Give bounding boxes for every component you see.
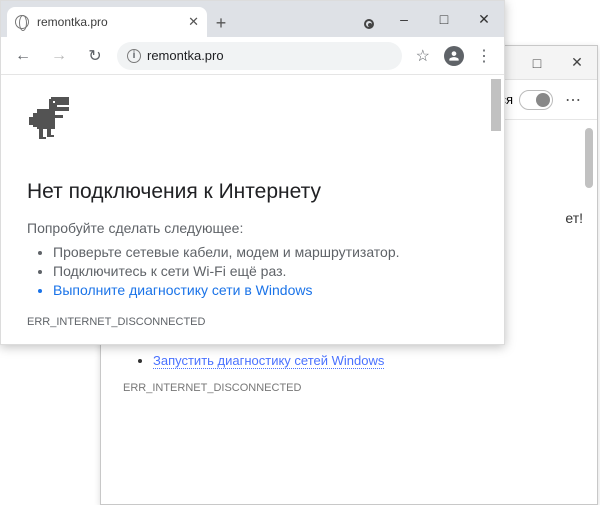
list-item: Запустить диагностику сетей Windows: [153, 353, 575, 368]
scrollbar-thumb[interactable]: [585, 128, 593, 188]
tab-title: remontka.pro: [37, 15, 180, 29]
edge-text-fragment: ет!: [565, 210, 583, 226]
chrome-maximize-button[interactable]: □: [424, 5, 464, 33]
scrollbar-thumb[interactable]: [491, 79, 501, 131]
person-icon: [447, 49, 461, 63]
error-page: Нет подключения к Интернету Попробуйте с…: [1, 75, 504, 344]
dino-icon[interactable]: [27, 97, 71, 145]
chrome-minimize-button[interactable]: –: [384, 5, 424, 33]
chrome-close-button[interactable]: ✕: [464, 5, 504, 33]
chrome-scrollbar[interactable]: [489, 77, 503, 342]
media-indicator-icon[interactable]: [364, 19, 374, 29]
edge-error-code: ERR_INTERNET_DISCONNECTED: [123, 382, 575, 394]
edge-maximize-button[interactable]: □: [517, 46, 557, 79]
chrome-tabstrip: remontka.pro ✕ + – □ ✕: [1, 1, 504, 37]
browser-tab[interactable]: remontka.pro ✕: [7, 7, 207, 37]
profile-button[interactable]: [444, 46, 464, 66]
site-info-icon[interactable]: i: [127, 49, 141, 63]
edge-diagnostics-link[interactable]: Запустить диагностику сетей Windows: [153, 353, 384, 369]
error-heading: Нет подключения к Интернету: [27, 180, 478, 204]
edge-scrollbar[interactable]: [583, 120, 595, 412]
error-subheading: Попробуйте сделать следующее:: [27, 220, 478, 236]
diagnostics-link[interactable]: Выполните диагностику сети в Windows: [53, 282, 478, 298]
forward-button: →: [45, 42, 73, 70]
list-item: Подключитесь к сети Wi-Fi ещё раз.: [53, 263, 478, 279]
url-text: remontka.pro: [147, 48, 392, 63]
suggestion-list: Проверьте сетевые кабели, модем и маршру…: [27, 244, 478, 298]
window-controls: – □ ✕: [384, 5, 504, 33]
bookmark-button[interactable]: ☆: [410, 42, 436, 70]
edge-close-button[interactable]: ✕: [557, 46, 597, 79]
tab-close-button[interactable]: ✕: [188, 14, 199, 30]
list-item: Проверьте сетевые кабели, модем и маршру…: [53, 244, 478, 260]
chrome-menu-button[interactable]: ⋮: [472, 46, 496, 66]
chrome-toolbar: ← → ↻ i remontka.pro ☆ ⋮: [1, 37, 504, 75]
toggle-knob: [536, 93, 550, 107]
globe-icon: [15, 15, 29, 29]
chrome-window: remontka.pro ✕ + – □ ✕ ← → ↻ i remontka.…: [0, 0, 505, 345]
edge-menu-button[interactable]: ⋯: [559, 86, 589, 114]
back-button[interactable]: ←: [9, 42, 37, 70]
error-code: ERR_INTERNET_DISCONNECTED: [27, 316, 478, 328]
address-bar[interactable]: i remontka.pro: [117, 42, 402, 70]
reload-button[interactable]: ↻: [81, 42, 109, 70]
edge-toggle[interactable]: [519, 90, 553, 110]
new-tab-button[interactable]: +: [207, 9, 235, 37]
